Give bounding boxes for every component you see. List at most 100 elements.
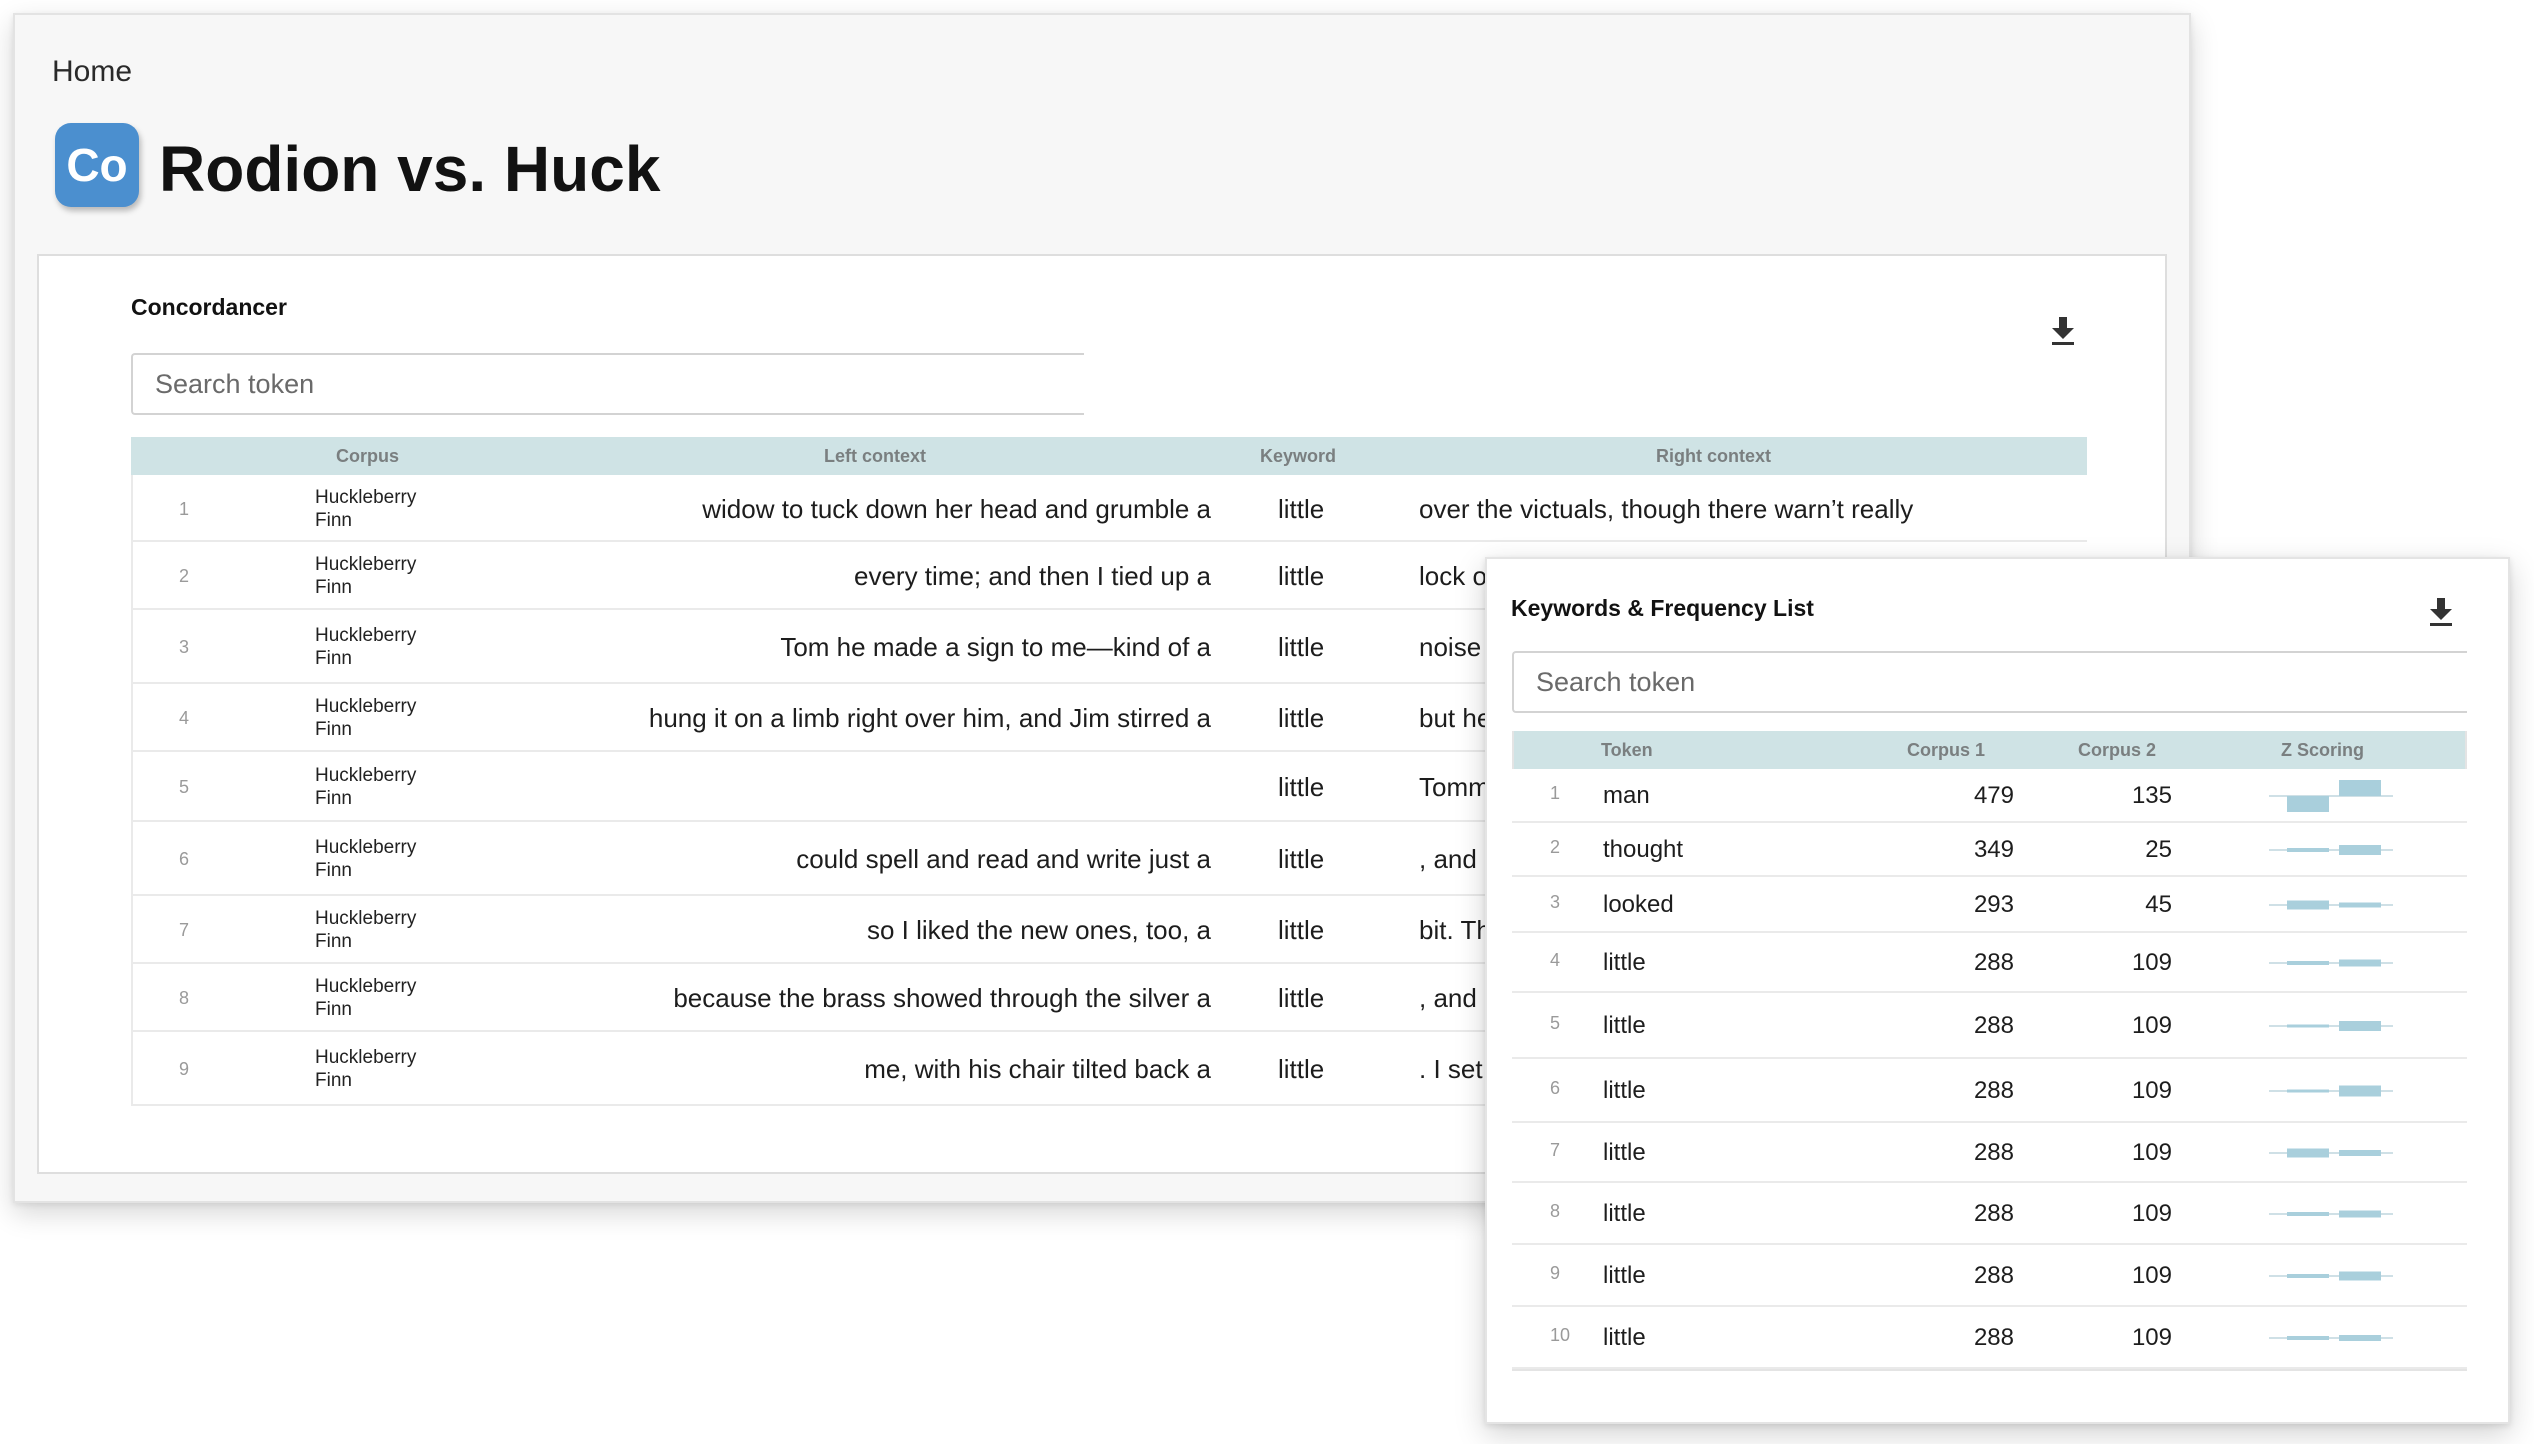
column-header-right-context[interactable]: Right context — [1656, 437, 1771, 475]
table-row[interactable]: 1 Huckleberry Finn widow to tuck down her h… — [131, 475, 2087, 542]
z-score-sparkline — [2269, 1021, 2393, 1031]
keyword[interactable]: little — [1278, 983, 1324, 1014]
corpus-name-line2: Finn — [315, 1070, 352, 1091]
row-number: 6 — [1550, 1078, 1561, 1098]
keyword[interactable]: little — [1278, 632, 1324, 663]
breadcrumb-home[interactable]: Home — [52, 55, 132, 89]
corpus-1-count: 288 — [1973, 1324, 2014, 1351]
left-context: every time; and then I tied up a — [854, 561, 1211, 591]
corpus-name: Huckleberry Finn — [315, 624, 475, 670]
keyword[interactable]: little — [1278, 561, 1324, 592]
left-context: Tom he made a sign to me—kind of a — [780, 632, 1211, 662]
keywords-search-input[interactable] — [1514, 665, 2467, 699]
corpus-2-count: 135 — [2131, 782, 2172, 809]
right-context: bit. Th — [1419, 915, 1491, 945]
corpus-2-count: 109 — [2131, 1012, 2172, 1039]
left-context: hung it on a limb right over him, and Ji… — [648, 703, 1211, 733]
corpus-name-line2: Finn — [315, 577, 352, 598]
left-context: me, with his chair tilted back a — [864, 1054, 1211, 1084]
corpus-1-count: 288 — [1973, 1077, 2014, 1104]
token[interactable]: little — [1603, 1324, 1646, 1352]
keywords-search-box[interactable] — [1512, 651, 2467, 713]
z-score-sparkline — [2269, 780, 2393, 812]
keyword[interactable]: little — [1278, 494, 1324, 525]
token[interactable]: little — [1603, 1262, 1646, 1290]
concordancer-search-box[interactable] — [131, 353, 1084, 415]
table-row[interactable]: 9 little 288 109 — [1512, 1245, 2467, 1307]
keywords-frequency-panel: Keywords & Frequency List Token Corpus 1… — [1485, 557, 2510, 1424]
token[interactable]: little — [1603, 1012, 1646, 1040]
row-number: 1 — [179, 498, 190, 519]
row-number: 5 — [179, 777, 190, 797]
table-row[interactable]: 2 thought 349 25 — [1512, 823, 2467, 877]
column-header-left-context[interactable]: Left context — [824, 437, 926, 475]
corpus-1-count: 288 — [1973, 1200, 2014, 1227]
corpus-name-line2: Finn — [315, 648, 352, 669]
z-score-sparkline — [2269, 1085, 2393, 1097]
corpus-1-count: 349 — [1973, 836, 2014, 863]
table-row[interactable]: 5 little 288 109 — [1512, 993, 2467, 1059]
corpus-name: Huckleberry Finn — [315, 553, 475, 599]
table-row[interactable]: 1 man 479 135 — [1512, 769, 2467, 823]
corpus-2-count: 109 — [2131, 949, 2172, 976]
token[interactable]: little — [1603, 1200, 1646, 1228]
corpus-2-count: 109 — [2131, 1200, 2172, 1227]
column-header-corpus[interactable]: Corpus — [336, 437, 399, 475]
corpus-name-line1: Huckleberry — [315, 908, 417, 929]
right-context: lock of — [1419, 561, 1495, 591]
corpus-2-count: 45 — [2145, 891, 2172, 918]
table-row[interactable]: 8 little 288 109 — [1512, 1183, 2467, 1245]
keyword[interactable]: little — [1278, 915, 1324, 946]
corpus-name-line2: Finn — [315, 931, 352, 952]
corpus-1-count: 288 — [1973, 1139, 2014, 1166]
download-icon[interactable] — [2428, 597, 2454, 627]
z-score-sparkline — [2269, 1210, 2393, 1218]
row-number: 8 — [179, 988, 190, 1008]
table-row[interactable]: 4 little 288 109 — [1512, 933, 2467, 993]
corpus-name-line1: Huckleberry — [315, 696, 417, 717]
table-row[interactable]: 7 little 288 109 — [1512, 1123, 2467, 1183]
keyword[interactable]: little — [1278, 772, 1324, 803]
z-score-sparkline — [2269, 845, 2393, 855]
row-number: 8 — [1550, 1201, 1561, 1221]
row-number: 4 — [179, 708, 190, 728]
corpus-name-line2: Finn — [315, 719, 352, 740]
table-row[interactable]: 6 little 288 109 — [1512, 1059, 2467, 1123]
corpus-2-count: 25 — [2145, 836, 2172, 863]
token[interactable]: little — [1603, 1139, 1646, 1167]
right-context: Tomm — [1419, 772, 1490, 802]
corpus-name-line1: Huckleberry — [315, 625, 417, 646]
left-context: widow to tuck down her head and grumble … — [702, 493, 1211, 524]
corpus-1-count: 288 — [1973, 949, 2014, 976]
corpus-name: Huckleberry Finn — [315, 836, 475, 882]
token[interactable]: man — [1603, 782, 1650, 810]
row-number: 6 — [179, 849, 190, 869]
token[interactable]: little — [1603, 1077, 1646, 1105]
corpus-name-line1: Huckleberry — [315, 837, 417, 858]
table-row[interactable]: 3 looked 293 45 — [1512, 877, 2467, 933]
token[interactable]: thought — [1603, 836, 1683, 864]
token[interactable]: little — [1603, 949, 1646, 977]
download-icon[interactable] — [2050, 316, 2076, 346]
row-number: 3 — [1550, 892, 1561, 912]
corpus-2-count: 109 — [2131, 1077, 2172, 1104]
corpus-name: Huckleberry Finn — [315, 764, 475, 810]
z-score-sparkline — [2269, 1335, 2393, 1341]
z-score-sparkline — [2269, 900, 2393, 910]
concordancer-title: Concordancer — [131, 294, 287, 320]
corpus-name-line2: Finn — [315, 509, 352, 531]
table-row[interactable]: 10 little 288 109 — [1512, 1307, 2467, 1369]
keyword[interactable]: little — [1278, 1054, 1324, 1085]
z-score-sparkline — [2269, 959, 2393, 967]
corpus-name: Huckleberry Finn — [315, 907, 475, 953]
right-context: but he — [1419, 703, 1492, 733]
concordancer-search-input[interactable] — [133, 367, 1084, 401]
keyword[interactable]: little — [1278, 703, 1324, 734]
corpus-name: Huckleberry Finn — [315, 975, 475, 1021]
corpus-2-count: 109 — [2131, 1262, 2172, 1289]
row-number: 5 — [1550, 1013, 1561, 1033]
column-header-keyword[interactable]: Keyword — [1260, 437, 1336, 475]
keywords-title: Keywords & Frequency List — [1511, 595, 1814, 621]
token[interactable]: looked — [1603, 891, 1674, 919]
keyword[interactable]: little — [1278, 844, 1324, 875]
